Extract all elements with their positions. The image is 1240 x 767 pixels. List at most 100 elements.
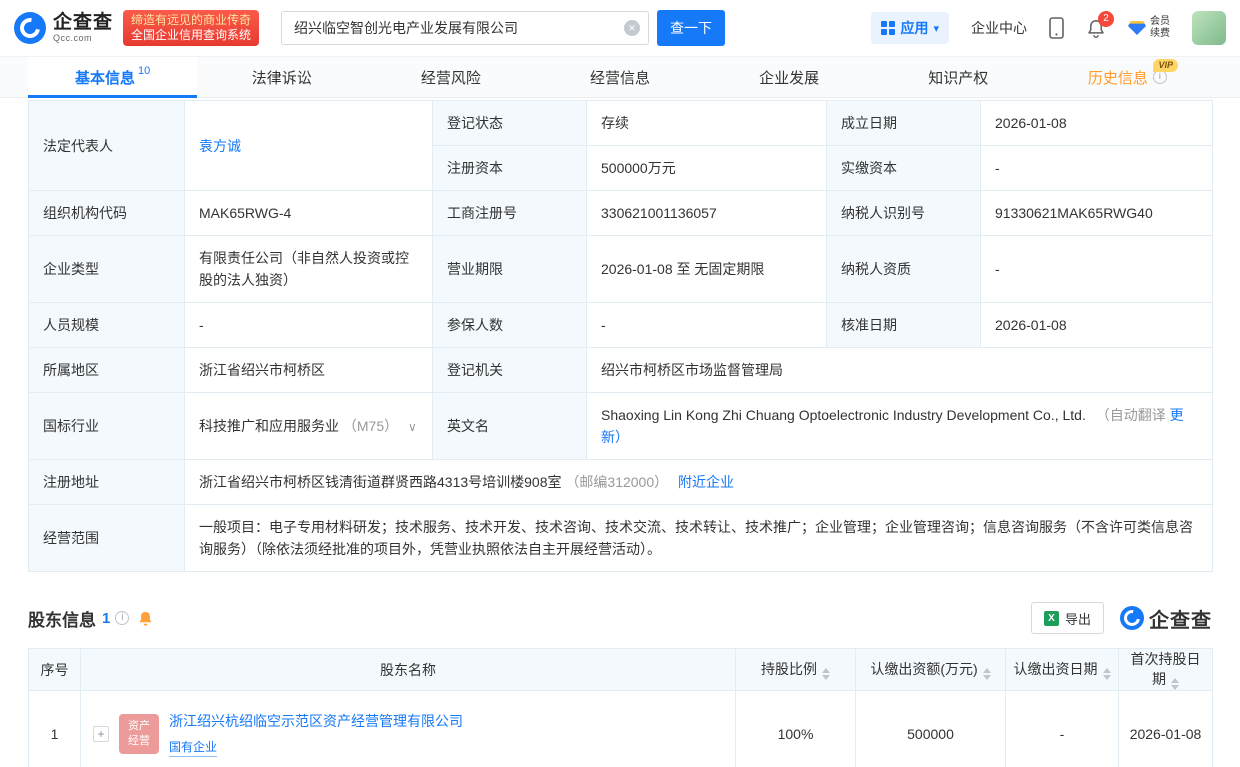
industry-value: 科技推广和应用服务业	[199, 418, 339, 434]
tab-intellectual-property[interactable]: 知识产权	[874, 57, 1043, 97]
basic-info-section: 法定代表人 袁方诚 登记状态 存续 成立日期 2026-01-08 注册资本 5…	[0, 98, 1240, 572]
search-button[interactable]: 查一下	[657, 10, 725, 46]
field-value: 2026-01-08	[981, 101, 1213, 146]
apps-label: 应用	[900, 18, 928, 38]
tab-enterprise-development[interactable]: 企业发展	[705, 57, 874, 97]
table-row: 法定代表人 袁方诚 登记状态 存续 成立日期 2026-01-08	[29, 101, 1213, 146]
field-value: 91330621MAK65RWG40	[981, 191, 1213, 236]
industry-code: （M75）	[343, 418, 398, 434]
column-header-no: 序号	[29, 649, 81, 691]
user-avatar[interactable]	[1192, 11, 1226, 45]
field-value: 500000万元	[587, 146, 827, 191]
field-label: 纳税人资质	[827, 236, 981, 303]
vip-gem-icon	[1128, 20, 1146, 36]
shareholder-type-tag[interactable]: 国有企业	[169, 738, 217, 757]
field-label: 纳税人识别号	[827, 191, 981, 236]
address-value: 浙江省绍兴市柯桥区钱清街道群贤西路4313号培训楼908室	[199, 474, 562, 490]
field-value: 浙江省绍兴市柯桥区	[185, 348, 433, 393]
subscribe-bell-icon[interactable]	[137, 610, 154, 627]
tab-basic-info[interactable]: 基本信息 10	[28, 57, 197, 97]
column-header-ratio[interactable]: 持股比例	[736, 649, 856, 691]
chevron-down-icon[interactable]: ∨	[408, 420, 417, 434]
shareholders-header: 股东信息 1 i X 导出 企查查	[0, 572, 1240, 646]
table-row: 经营范围 一般项目：电子专用材料研发；技术服务、技术开发、技术咨询、技术交流、技…	[29, 505, 1213, 572]
sort-icon[interactable]	[983, 668, 991, 680]
mobile-app-icon[interactable]	[1049, 17, 1064, 39]
info-icon: i	[115, 611, 129, 625]
field-value: 2026-01-08 至 无固定期限	[587, 236, 827, 303]
field-label: 国标行业	[29, 393, 185, 460]
tab-history-info[interactable]: VIP 历史信息 i	[1043, 57, 1212, 97]
sort-icon[interactable]	[1171, 678, 1179, 690]
legal-rep-link[interactable]: 袁方诚	[199, 138, 241, 154]
apps-button[interactable]: 应用 ▾	[871, 12, 949, 44]
field-label: 成立日期	[827, 101, 981, 146]
field-label: 核准日期	[827, 303, 981, 348]
sort-icon[interactable]	[1103, 668, 1111, 680]
slogan-banner: 缔造有远见的商业传奇 全国企业信用查询系统	[123, 10, 259, 46]
shareholders-section: 序号 股东名称 持股比例 认缴出资额(万元) 认缴出资日期 首次持股日期 1 +…	[0, 646, 1240, 767]
export-button[interactable]: X 导出	[1031, 602, 1104, 634]
tab-label: 历史信息	[1088, 67, 1148, 88]
shareholder-row: 1 + 资产经营 浙江绍兴杭绍临空示范区资产经营管理有限公司 国有企业 100%…	[29, 691, 1213, 767]
watermark-text: 企查查	[1149, 604, 1212, 633]
field-label: 营业期限	[433, 236, 587, 303]
table-header-row: 序号 股东名称 持股比例 认缴出资额(万元) 认缴出资日期 首次持股日期	[29, 649, 1213, 691]
top-header: 企查查 Qcc.com 缔造有远见的商业传奇 全国企业信用查询系统 ✕ 查一下 …	[0, 0, 1240, 56]
column-header-sub-date[interactable]: 认缴出资日期	[1006, 649, 1119, 691]
table-row: 人员规模 - 参保人数 - 核准日期 2026-01-08	[29, 303, 1213, 348]
column-header-first-date[interactable]: 首次持股日期	[1119, 649, 1213, 691]
first-hold-date: 2026-01-08	[1119, 691, 1213, 767]
shareholder-name-cell: + 资产经营 浙江绍兴杭绍临空示范区资产经营管理有限公司 国有企业	[81, 691, 736, 767]
search-box: ✕ 查一下	[281, 10, 725, 46]
search-input[interactable]	[281, 11, 649, 45]
field-label: 法定代表人	[29, 101, 185, 191]
tab-label: 经营风险	[421, 67, 481, 88]
vip-renew-button[interactable]: 会员 续费	[1128, 16, 1170, 40]
qcc-watermark: 企查查	[1120, 604, 1212, 633]
tab-legal-litigation[interactable]: 法律诉讼	[197, 57, 366, 97]
field-value: -	[981, 236, 1213, 303]
field-value: 330621001136057	[587, 191, 827, 236]
tab-operation-info[interactable]: 经营信息	[535, 57, 704, 97]
table-row: 国标行业 科技推广和应用服务业 （M75） ∨ 英文名 Shaoxing Lin…	[29, 393, 1213, 460]
qcc-logo[interactable]: 企查查 Qcc.com	[14, 12, 113, 44]
export-label: 导出	[1065, 609, 1091, 628]
field-value: 袁方诚	[185, 101, 433, 191]
shareholder-name-link[interactable]: 浙江绍兴杭绍临空示范区资产经营管理有限公司	[169, 711, 463, 731]
excel-icon: X	[1044, 611, 1059, 626]
notifications-button[interactable]: 2	[1086, 18, 1106, 39]
field-value: 绍兴市柯桥区市场监督管理局	[587, 348, 1213, 393]
field-label: 所属地区	[29, 348, 185, 393]
row-index: 1	[29, 691, 81, 767]
shareholders-table: 序号 股东名称 持股比例 认缴出资额(万元) 认缴出资日期 首次持股日期 1 +…	[28, 648, 1213, 767]
english-name-value: Shaoxing Lin Kong Zhi Chuang Optoelectro…	[601, 407, 1086, 423]
tab-label: 法律诉讼	[252, 67, 312, 88]
tab-label: 经营信息	[590, 67, 650, 88]
field-value: 科技推广和应用服务业 （M75） ∨	[185, 393, 433, 460]
sort-icon[interactable]	[822, 668, 830, 680]
field-label: 登记状态	[433, 101, 587, 146]
tab-label: 企业发展	[759, 67, 819, 88]
subscribed-amount: 500000	[856, 691, 1006, 767]
logo-text-cn: 企查查	[53, 13, 113, 32]
column-header-name: 股东名称	[81, 649, 736, 691]
field-value: 浙江省绍兴市柯桥区钱清街道群贤西路4313号培训楼908室 （邮编312000）…	[185, 460, 1213, 505]
clear-search-icon[interactable]: ✕	[624, 20, 640, 36]
shareholder-avatar[interactable]: 资产经营	[119, 714, 159, 754]
info-icon: i	[1153, 70, 1167, 84]
field-value: -	[981, 146, 1213, 191]
field-label: 注册地址	[29, 460, 185, 505]
field-value: Shaoxing Lin Kong Zhi Chuang Optoelectro…	[587, 393, 1213, 460]
field-label: 组织机构代码	[29, 191, 185, 236]
logo-text-en: Qcc.com	[53, 34, 113, 43]
nearby-companies-link[interactable]: 附近企业	[678, 474, 734, 490]
vip-label-line1: 会员	[1150, 16, 1170, 28]
tab-operation-risk[interactable]: 经营风险	[366, 57, 535, 97]
column-header-amount[interactable]: 认缴出资额(万元)	[856, 649, 1006, 691]
auto-translate-note: （自动翻译	[1096, 407, 1166, 423]
postal-code: （邮编312000）	[565, 474, 668, 490]
enterprise-center-link[interactable]: 企业中心	[971, 18, 1027, 38]
field-value: 2026-01-08	[981, 303, 1213, 348]
expand-button[interactable]: +	[93, 726, 109, 742]
